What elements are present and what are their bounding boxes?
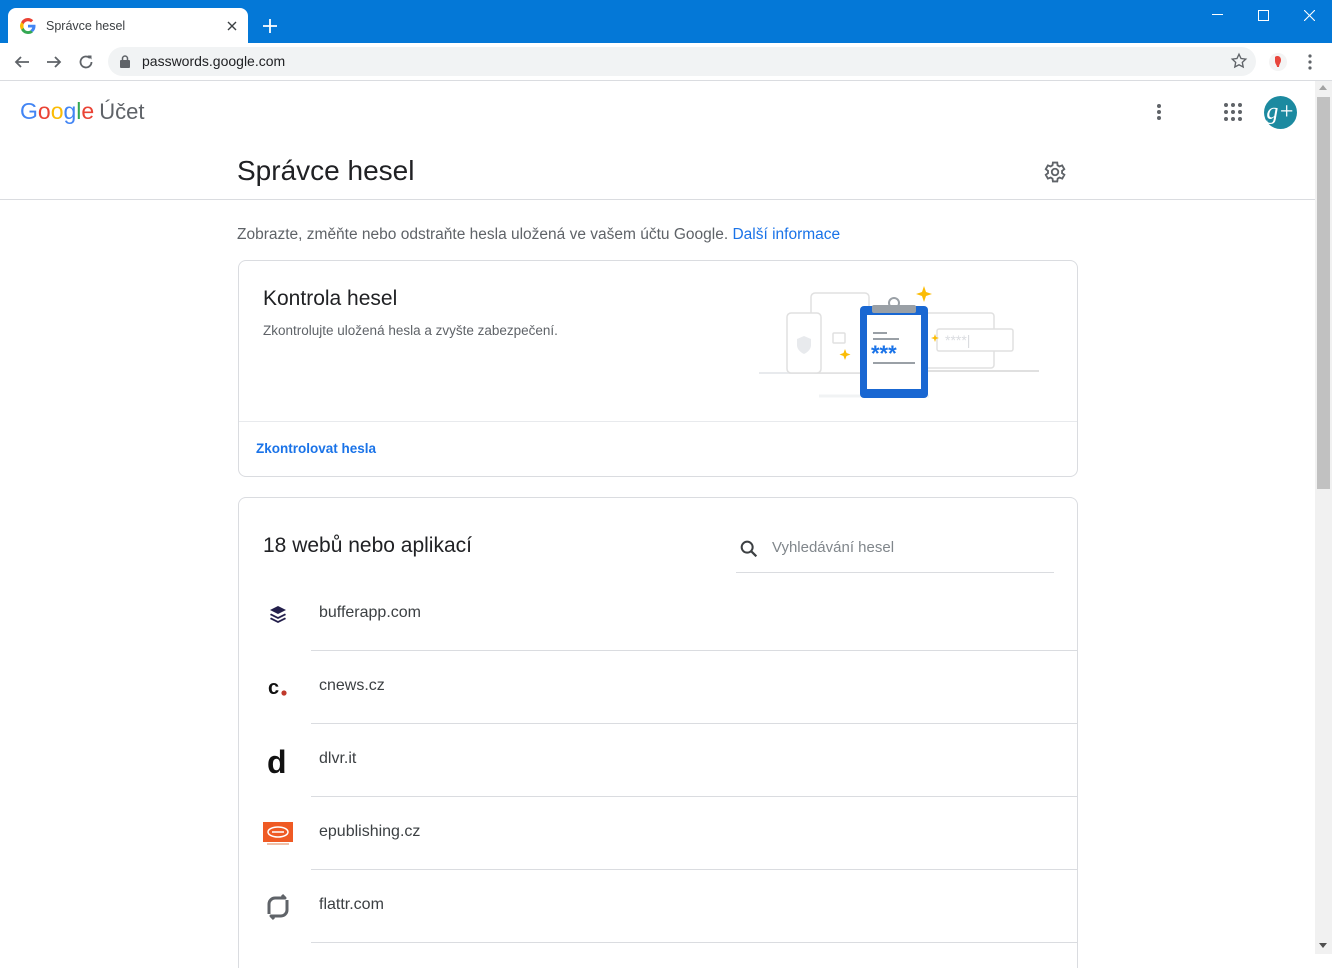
header-divider <box>0 199 1315 200</box>
address-bar[interactable]: passwords.google.com <box>108 47 1256 76</box>
site-name: dlvr.it <box>319 750 357 767</box>
learn-more-link[interactable]: Další informace <box>732 226 840 243</box>
scroll-up-arrow-icon[interactable] <box>1319 85 1327 90</box>
site-name: cnews.cz <box>319 677 385 694</box>
site-name: bufferapp.com <box>319 604 421 621</box>
list-item[interactable]: flattr.com <box>239 870 1077 943</box>
card-divider <box>239 421 1077 422</box>
site-name: flattr.com <box>319 896 384 913</box>
checkup-description: Zkontrolujte uložená hesla a zvyšte zabe… <box>263 323 558 338</box>
row-divider <box>311 942 1077 943</box>
list-item[interactable]: epublishing.cz <box>239 797 1077 870</box>
cnews-icon: c <box>263 673 293 703</box>
svg-text:d: d <box>267 746 287 776</box>
more-options-icon[interactable] <box>1147 100 1171 124</box>
url-text: passwords.google.com <box>142 53 286 69</box>
svg-text:c: c <box>268 677 279 699</box>
google-favicon-icon <box>20 17 36 34</box>
scroll-down-arrow-icon[interactable] <box>1319 943 1327 948</box>
password-search-field[interactable]: Vyhledávání hesel <box>736 526 1054 573</box>
browser-tab[interactable]: Správce hesel <box>8 8 248 43</box>
passwords-count-title: 18 webů nebo aplikací <box>263 534 472 557</box>
back-arrow-icon[interactable] <box>10 50 34 74</box>
google-logo: Google <box>20 98 95 124</box>
minimize-icon[interactable] <box>1194 0 1240 30</box>
avatar-text: g+ <box>1266 99 1295 125</box>
intro-description: Zobrazte, změňte nebo odstraňte hesla ul… <box>237 226 729 243</box>
checkup-title: Kontrola hesel <box>263 287 398 310</box>
bookmark-star-icon[interactable] <box>1230 52 1248 70</box>
lock-icon <box>120 55 130 68</box>
tab-close-icon[interactable] <box>222 16 242 36</box>
buffer-icon <box>263 600 293 630</box>
illustration-masked-text: ****| <box>945 332 970 348</box>
epublishing-icon <box>263 819 293 849</box>
password-checkup-card: Kontrola hesel Zkontrolujte uložená hesl… <box>238 260 1078 477</box>
dlvr-icon: d <box>263 746 293 776</box>
search-icon <box>740 540 758 558</box>
scroll-thumb[interactable] <box>1317 97 1330 489</box>
illustration-password-text: *** <box>871 341 897 366</box>
page-scrollbar[interactable] <box>1315 81 1332 954</box>
list-item[interactable]: d dlvr.it <box>239 724 1077 797</box>
flattr-icon <box>263 892 293 922</box>
settings-gear-icon[interactable] <box>1041 159 1067 185</box>
list-item[interactable]: c cnews.cz <box>239 651 1077 724</box>
check-passwords-link[interactable]: Zkontrolovat hesla <box>256 441 376 456</box>
password-checkup-illustration-icon: ****| *** <box>759 286 1039 398</box>
list-item[interactable]: bufferapp.com <box>239 578 1077 651</box>
browser-titlebar: Správce hesel <box>0 0 1332 43</box>
search-placeholder: Vyhledávání hesel <box>772 539 895 556</box>
saved-passwords-card: 18 webů nebo aplikací Vyhledávání hesel … <box>238 497 1078 968</box>
avatar[interactable]: g+ <box>1264 96 1297 129</box>
tab-title: Správce hesel <box>46 18 126 33</box>
site-name: epublishing.cz <box>319 823 421 840</box>
maximize-icon[interactable] <box>1240 0 1286 30</box>
account-label: Účet <box>99 99 145 124</box>
browser-toolbar: passwords.google.com <box>0 43 1332 81</box>
window-close-icon[interactable] <box>1286 0 1332 30</box>
new-tab-icon[interactable] <box>258 14 282 38</box>
google-account-logo[interactable]: Google Účet <box>20 98 144 125</box>
page-title: Správce hesel <box>237 155 415 186</box>
forward-arrow-icon[interactable] <box>42 50 66 74</box>
reload-icon[interactable] <box>74 50 98 74</box>
apps-grid-icon[interactable] <box>1221 100 1245 124</box>
intro-text: Zobrazte, změňte nebo odstraňte hesla ul… <box>237 226 840 244</box>
browser-menu-icon[interactable] <box>1298 50 1322 74</box>
extension-icon[interactable] <box>1266 50 1290 74</box>
